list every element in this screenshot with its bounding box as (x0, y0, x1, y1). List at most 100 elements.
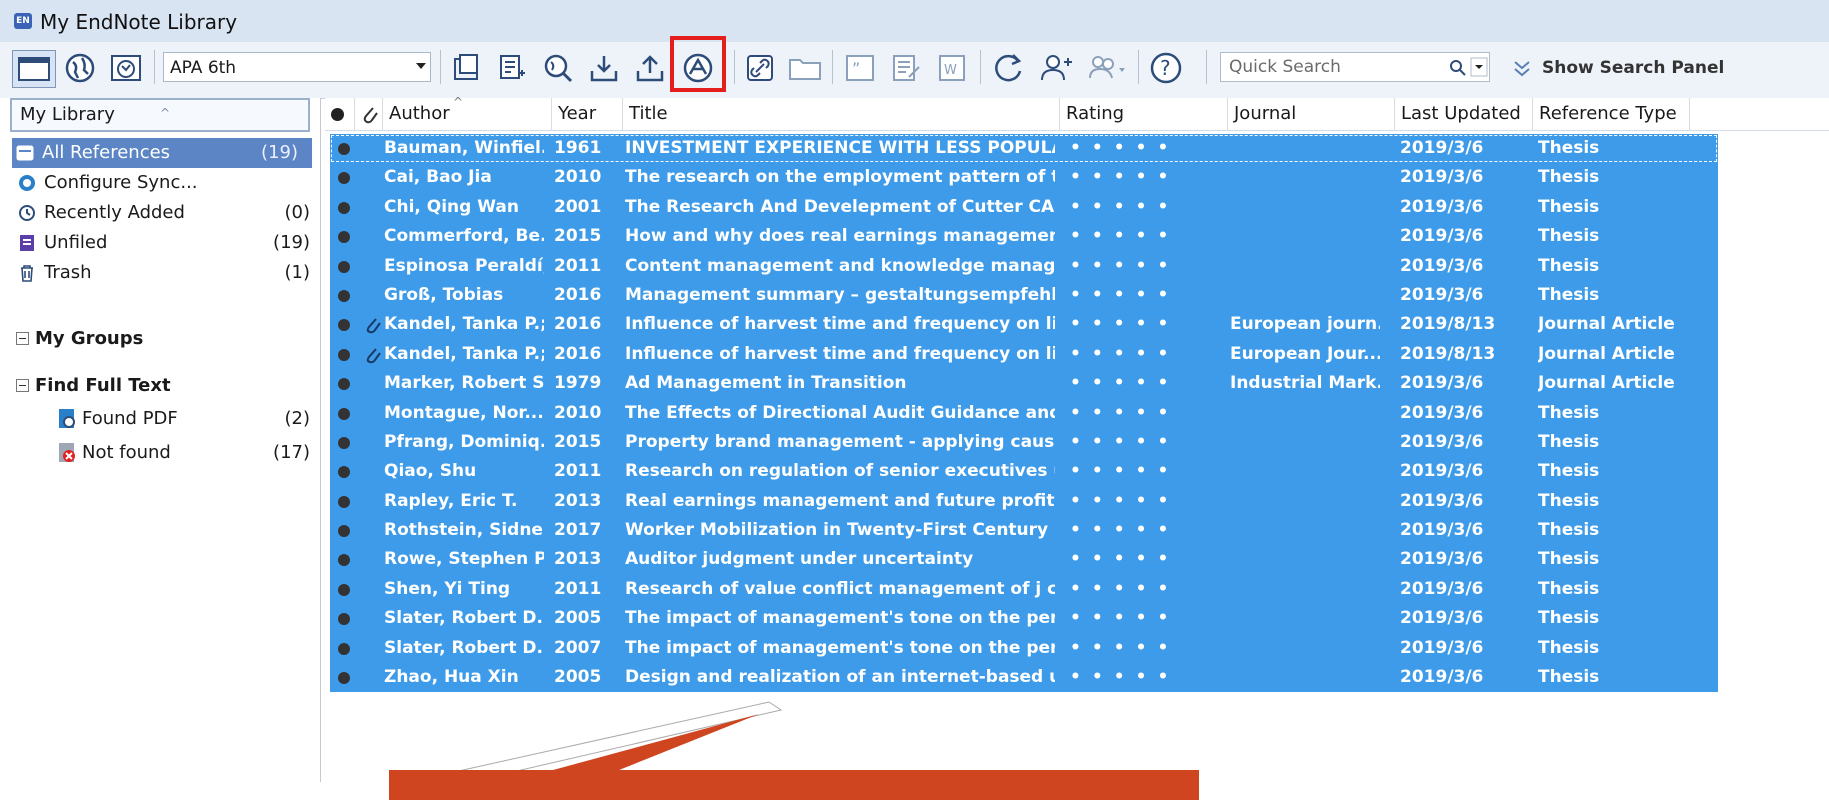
online-search-world-icon[interactable] (540, 50, 576, 86)
cell-rating[interactable]: ••••• (1070, 634, 1230, 663)
column-reference-type[interactable]: Reference Type (1533, 98, 1690, 130)
quick-search-input[interactable]: Quick Search (1220, 52, 1490, 82)
table-row[interactable]: Chi, Qing Wan 2001 The Research And Devele… (330, 192, 1718, 223)
cell-reference-type: Thesis (1538, 608, 1600, 629)
read-status-icon (338, 466, 350, 479)
search-icon[interactable] (1449, 59, 1467, 77)
output-style-select[interactable]: APA 6th (163, 52, 431, 82)
column-title[interactable]: Title (623, 98, 1060, 130)
local-library-icon[interactable] (12, 50, 56, 88)
open-link-icon[interactable] (742, 50, 778, 86)
cell-rating[interactable]: ••••• (1070, 487, 1230, 516)
column-year[interactable]: Year (552, 98, 623, 130)
cell-rating[interactable]: ••••• (1070, 222, 1230, 251)
table-row[interactable]: Slater, Robert D... 2005 The impact of man… (330, 604, 1718, 634)
sync-icon[interactable] (988, 50, 1028, 86)
column-attachment[interactable] (355, 98, 383, 130)
export-icon[interactable] (632, 50, 668, 86)
table-row[interactable]: Shen, Yi Ting 2011 Research of value confl… (330, 574, 1718, 605)
column-label: Title (629, 103, 668, 124)
column-label: Reference Type (1539, 103, 1677, 124)
cell-rating[interactable]: ••••• (1070, 252, 1230, 281)
cell-year: 1979 (554, 373, 602, 394)
cell-journal (1230, 663, 1380, 692)
share-icon[interactable] (1086, 50, 1128, 86)
my-groups-section[interactable]: My Groups (16, 328, 143, 349)
group-count: (19) (273, 232, 310, 253)
table-row[interactable]: Montague, Nor... 2010 The Effects of Direc… (330, 398, 1718, 428)
table-row[interactable]: Espinosa Peraldí, ... 2011 Content managem… (330, 251, 1718, 281)
new-reference-icon[interactable] (448, 50, 484, 86)
group-recently-added[interactable]: Recently Added (0) (0, 198, 320, 228)
help-icon[interactable]: ? (1146, 50, 1186, 86)
read-status-icon (338, 143, 350, 155)
quick-search-options[interactable] (1470, 52, 1488, 82)
cell-rating[interactable]: ••••• (1070, 457, 1230, 486)
integrated-library-icon[interactable] (106, 50, 146, 86)
column-author[interactable]: Author ^ (383, 95, 552, 130)
table-row[interactable]: Rowe, Stephen P. 2013 Auditor judgment und… (330, 545, 1718, 575)
group-not-found[interactable]: Not found (17) (0, 438, 320, 468)
read-status-icon (338, 672, 350, 685)
cell-rating[interactable]: ••••• (1070, 575, 1230, 604)
find-full-text-section[interactable]: Find Full Text (16, 375, 171, 396)
group-all-references[interactable]: All References (19) (12, 138, 312, 168)
table-row[interactable]: Kandel, Tanka P.;... 2016 Influence of har… (330, 310, 1718, 340)
table-row[interactable]: Commerford, Be... 2015 How and why does re… (330, 222, 1718, 252)
cell-rating[interactable]: ••••• (1070, 516, 1230, 545)
table-row[interactable]: Cai, Bao Jia 2010 The research on the empl… (330, 163, 1718, 193)
open-file-icon[interactable] (786, 50, 824, 86)
cell-rating[interactable]: ••••• (1070, 399, 1230, 428)
table-row[interactable]: Rapley, Eric T. 2013 Real earnings managem… (330, 486, 1718, 517)
share-group-icon[interactable] (1036, 50, 1076, 86)
table-row[interactable]: Slater, Robert D.... 2007 The impact of ma… (330, 633, 1718, 664)
collapse-icon[interactable] (16, 379, 29, 392)
cell-rating[interactable]: ••••• (1070, 663, 1230, 692)
column-last-updated[interactable]: Last Updated (1395, 98, 1533, 130)
cell-last-updated: 2019/3/6 (1400, 138, 1484, 158)
table-row[interactable]: Bauman, Winfiel... 1961 INVESTMENT EXPERIE… (330, 134, 1718, 164)
cell-rating[interactable]: ••••• (1070, 193, 1230, 222)
group-trash[interactable]: Trash (1) (0, 258, 320, 288)
group-configure-sync[interactable]: Configure Sync... (0, 168, 320, 198)
cell-rating[interactable]: ••••• (1070, 340, 1230, 369)
find-full-text-highlight (670, 36, 726, 92)
collapse-icon[interactable] (16, 332, 29, 345)
table-row[interactable]: Kandel, Tanka P.;... 2016 Influence of har… (330, 339, 1718, 370)
cell-rating[interactable]: ••••• (1070, 604, 1230, 633)
column-journal[interactable]: Journal (1228, 98, 1395, 130)
chevron-down-icon[interactable] (416, 63, 426, 69)
cell-rating[interactable]: ••••• (1070, 428, 1230, 457)
insert-citation-icon[interactable]: ” (842, 50, 878, 86)
table-row[interactable]: Qiao, Shu 2011 Research on regulation of s… (330, 457, 1718, 487)
cell-reference-type: Thesis (1538, 167, 1600, 188)
cell-rating[interactable]: ••••• (1070, 310, 1230, 339)
format-bibliography-icon[interactable] (888, 50, 924, 86)
import-icon[interactable] (586, 50, 622, 86)
word-icon[interactable]: W (934, 50, 970, 86)
cell-author: Slater, Robert D.... (384, 637, 544, 658)
new-note-icon[interactable] (494, 50, 530, 86)
cell-reference-type: Thesis (1538, 196, 1600, 217)
cell-last-updated: 2019/8/13 (1400, 343, 1496, 364)
table-row[interactable]: Zhao, Hua Xin 2005 Design and realization … (330, 663, 1718, 693)
column-read-status[interactable] (325, 98, 355, 130)
cell-rating[interactable]: ••••• (1070, 545, 1230, 574)
group-found-pdf[interactable]: Found PDF (2) (0, 404, 320, 434)
cell-rating[interactable]: ••••• (1070, 281, 1230, 310)
table-row[interactable]: Groß, Tobias 2016 Management summary – ges… (330, 280, 1718, 311)
online-search-icon[interactable] (60, 50, 100, 86)
group-unfiled[interactable]: Unfiled (19) (0, 228, 320, 258)
cell-rating[interactable]: ••••• (1070, 134, 1230, 163)
table-row[interactable]: Rothstein, Sidne... 2017 Worker Mobilizati… (330, 516, 1718, 546)
cell-year: 2010 (554, 167, 602, 188)
table-row[interactable]: Marker, Robert S. 1979 Ad Management in Tr… (330, 369, 1718, 399)
my-library-header[interactable]: My Library ^ (10, 98, 310, 132)
column-rating[interactable]: Rating (1060, 98, 1228, 130)
cell-rating[interactable]: ••••• (1070, 369, 1230, 398)
show-search-panel-button[interactable]: Show Search Panel (1512, 50, 1724, 86)
trash-icon (21, 265, 33, 282)
cell-rating[interactable]: ••••• (1070, 163, 1230, 192)
table-row[interactable]: Pfrang, Dominiq... 2015 Property brand man… (330, 427, 1718, 458)
reference-list-header: Author ^ Year Title Rating Journal Last U… (325, 95, 1829, 131)
